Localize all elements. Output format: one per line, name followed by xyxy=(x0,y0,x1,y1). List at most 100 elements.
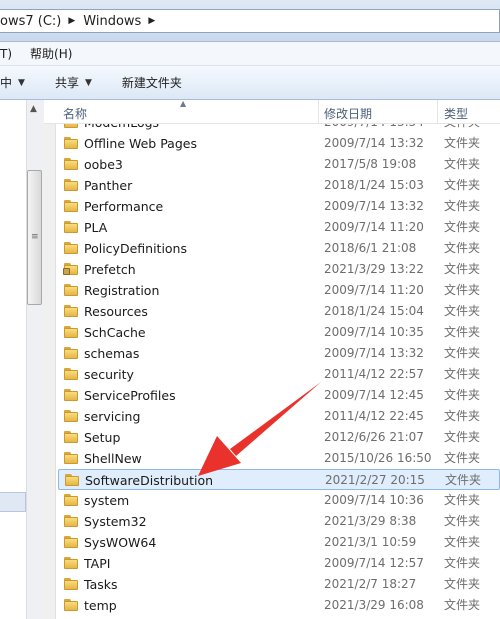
navigation-selected-item[interactable] xyxy=(0,492,26,512)
file-type: 文件夹 xyxy=(444,409,481,423)
file-type: 文件夹 xyxy=(444,577,481,591)
include-in-library-label: 中 xyxy=(0,76,13,90)
file-row[interactable]: PolicyDefinitions 2018/6/1 21:08 文件夹 xyxy=(58,238,500,259)
file-row[interactable]: system 2009/7/14 10:36 文件夹 xyxy=(58,490,500,511)
file-row[interactable]: security 2011/4/12 22:57 文件夹 xyxy=(58,364,500,385)
column-header-name[interactable]: 名称 xyxy=(63,100,87,124)
file-type: 文件夹 xyxy=(444,199,481,213)
file-row[interactable]: Panther 2018/1/24 15:03 文件夹 xyxy=(58,175,500,196)
file-name: TAPI xyxy=(84,556,111,571)
file-modified-date: 2021/3/29 16:08 xyxy=(324,598,424,612)
file-row[interactable]: SoftwareDistribution 2021/2/27 20:15 文件夹 xyxy=(58,469,500,490)
file-modified-date: 2009/7/14 12:57 xyxy=(324,556,424,570)
file-row[interactable]: Performance 2009/7/14 13:32 文件夹 xyxy=(58,196,500,217)
file-type: 文件夹 xyxy=(444,367,481,381)
file-row[interactable]: servicing 2011/4/12 22:45 文件夹 xyxy=(58,406,500,427)
file-modified-date: 2017/5/8 19:08 xyxy=(324,157,417,171)
menu-help[interactable]: 帮助(H) xyxy=(30,45,72,62)
file-modified-date: 2009/7/14 11:20 xyxy=(324,283,424,297)
folder-icon xyxy=(64,242,78,254)
file-row[interactable]: Offline Web Pages 2009/7/14 13:32 文件夹 xyxy=(58,133,500,154)
folder-icon xyxy=(64,124,78,128)
file-type: 文件夹 xyxy=(444,283,481,297)
file-modified-date: 2009/7/14 10:35 xyxy=(324,325,424,339)
file-row[interactable]: Resources 2018/1/24 15:04 文件夹 xyxy=(58,301,500,322)
folder-icon xyxy=(64,599,78,611)
file-modified-date: 2009/7/14 12:45 xyxy=(324,388,424,402)
file-name: ModemLogs xyxy=(84,124,159,133)
file-modified-date: 2009/7/14 13:32 xyxy=(324,199,424,213)
file-name: PolicyDefinitions xyxy=(84,241,187,256)
folder-icon xyxy=(64,347,78,359)
file-row[interactable]: SchCache 2009/7/14 10:35 文件夹 xyxy=(58,322,500,343)
file-type: 文件夹 xyxy=(444,178,481,192)
file-modified-date: 2018/1/24 15:04 xyxy=(324,304,424,318)
column-header-row: ▲ 名称 修改日期 类型 xyxy=(44,99,500,124)
include-in-library-button[interactable]: 中 ▼ xyxy=(0,74,25,91)
file-modified-date: 2009/7/14 13:34 xyxy=(324,124,424,133)
scroll-up-arrow-icon[interactable]: ▲ xyxy=(30,104,37,114)
column-divider[interactable] xyxy=(318,100,319,124)
file-row[interactable]: SysWOW64 2021/3/1 10:59 文件夹 xyxy=(58,532,500,553)
file-row[interactable]: TAPI 2009/7/14 12:57 文件夹 xyxy=(58,553,500,574)
address-bar[interactable]: ows7 (C:) ▶ Windows ▶ xyxy=(0,9,500,33)
folder-icon xyxy=(64,431,78,443)
file-modified-date: 2011/4/12 22:45 xyxy=(324,409,424,423)
file-row[interactable]: Setup 2012/6/26 21:07 文件夹 xyxy=(58,427,500,448)
file-row[interactable]: Registration 2009/7/14 11:20 文件夹 xyxy=(58,280,500,301)
file-name: Panther xyxy=(84,178,133,193)
file-modified-date: 2021/3/29 13:22 xyxy=(324,262,424,276)
folder-icon xyxy=(64,305,78,317)
column-header-date[interactable]: 修改日期 xyxy=(324,100,372,124)
folder-icon xyxy=(64,410,78,422)
column-header-type[interactable]: 类型 xyxy=(444,100,468,124)
folder-icon xyxy=(64,536,78,548)
folder-icon xyxy=(64,368,78,380)
file-row[interactable]: schemas 2009/7/14 13:32 文件夹 xyxy=(58,343,500,364)
file-name: Resources xyxy=(84,304,148,319)
file-rows: ModemLogs2009/7/14 13:34文件夹Offline Web P… xyxy=(44,124,500,619)
file-row[interactable]: ServiceProfiles 2009/7/14 12:45 文件夹 xyxy=(58,385,500,406)
file-modified-date: 2009/7/14 13:32 xyxy=(324,136,424,150)
file-name: SchCache xyxy=(84,325,146,340)
file-modified-date: 2021/3/1 10:59 xyxy=(324,535,417,549)
file-type: 文件夹 xyxy=(444,430,481,444)
file-name: Setup xyxy=(84,430,121,445)
breadcrumb-drive[interactable]: ows7 (C:) xyxy=(0,14,61,29)
chevron-down-icon: ▼ xyxy=(18,77,25,88)
file-type: 文件夹 xyxy=(444,556,481,570)
menu-bar: T) 帮助(H) xyxy=(0,42,500,66)
folder-icon xyxy=(64,137,78,149)
file-type: 文件夹 xyxy=(444,220,481,234)
share-button[interactable]: 共享 ▼ xyxy=(55,74,92,91)
file-type: 文件夹 xyxy=(444,241,481,255)
file-row[interactable]: Tasks 2021/2/7 18:27 文件夹 xyxy=(58,574,500,595)
file-row[interactable]: System32 2021/3/29 8:38 文件夹 xyxy=(58,511,500,532)
breadcrumb-chevron-icon[interactable]: ▶ xyxy=(68,16,75,26)
menu-tools[interactable]: T) xyxy=(0,47,12,61)
breadcrumb-chevron-icon[interactable]: ▶ xyxy=(148,16,155,26)
file-type: 文件夹 xyxy=(444,388,481,402)
file-type: 文件夹 xyxy=(444,493,481,507)
file-name: ServiceProfiles xyxy=(84,388,176,403)
address-bar-strip: ows7 (C:) ▶ Windows ▶ xyxy=(0,0,500,42)
folder-icon xyxy=(64,158,78,170)
folder-icon xyxy=(64,200,78,212)
file-row[interactable]: PLA 2009/7/14 11:20 文件夹 xyxy=(58,217,500,238)
file-row[interactable]: ModemLogs 2009/7/14 13:34 文件夹 xyxy=(58,124,500,133)
file-type: 文件夹 xyxy=(444,136,481,150)
file-name: SoftwareDistribution xyxy=(85,473,214,488)
file-row[interactable]: temp 2021/3/29 16:08 文件夹 xyxy=(58,595,500,616)
folder-icon xyxy=(64,284,78,296)
file-type: 文件夹 xyxy=(444,598,481,612)
folder-icon xyxy=(64,389,78,401)
file-row[interactable]: ShellNew 2015/10/26 16:50 文件夹 xyxy=(58,448,500,469)
file-row[interactable]: oobe3 2017/5/8 19:08 文件夹 xyxy=(58,154,500,175)
file-name: schemas xyxy=(84,346,140,361)
folder-icon xyxy=(64,452,78,464)
breadcrumb-windows[interactable]: Windows xyxy=(83,14,141,29)
file-row[interactable]: Prefetch 2021/3/29 13:22 文件夹 xyxy=(58,259,500,280)
column-divider[interactable] xyxy=(437,100,438,124)
folder-icon xyxy=(64,515,78,527)
new-folder-button[interactable]: 新建文件夹 xyxy=(122,74,182,91)
